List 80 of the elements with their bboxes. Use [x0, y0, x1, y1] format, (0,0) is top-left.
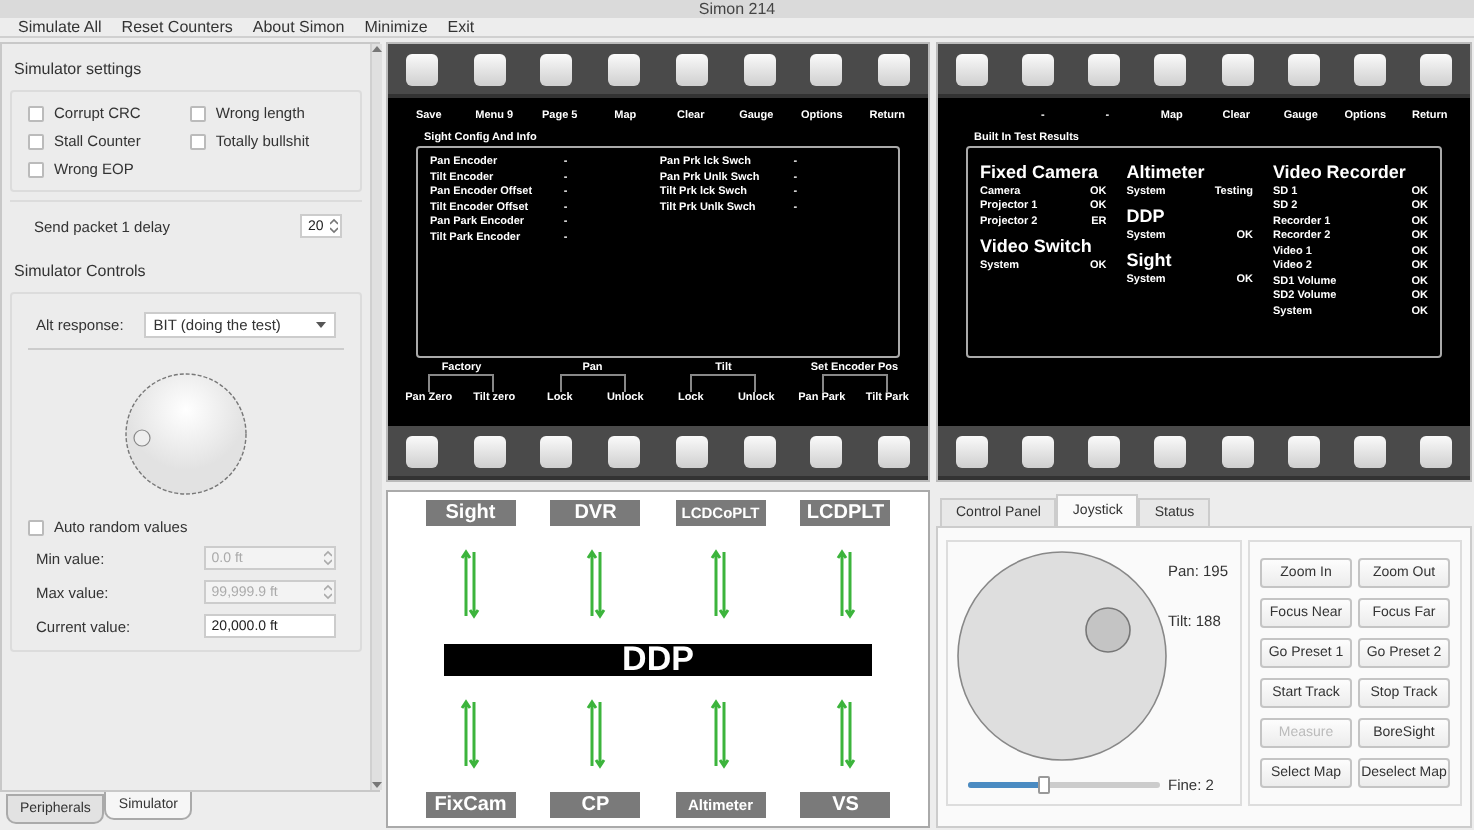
slider-thumb[interactable] [1038, 775, 1051, 793]
soft-key[interactable] [1287, 53, 1320, 85]
menu-item[interactable]: Reset Counters [111, 18, 243, 36]
soft-key[interactable] [1221, 435, 1254, 467]
device-node: Sight [425, 500, 516, 526]
spin-arrows-icon [323, 550, 332, 566]
soft-key[interactable] [743, 435, 776, 467]
soft-key[interactable] [405, 53, 438, 85]
soft-key[interactable] [473, 435, 506, 467]
checkbox[interactable] [28, 105, 44, 121]
bracket-line [690, 374, 757, 392]
scroll-down-icon[interactable] [371, 780, 382, 790]
scroll-up-icon[interactable] [371, 44, 382, 54]
up-down-arrows-icon [710, 697, 731, 770]
soft-key[interactable] [1420, 435, 1453, 467]
up-down-arrows-icon [710, 548, 731, 621]
device-node: DVR [550, 500, 641, 526]
soft-key[interactable] [955, 53, 988, 85]
window-title: Simon 214 [698, 0, 776, 18]
up-down-arrows-icon [585, 697, 606, 770]
soft-key[interactable] [1287, 435, 1320, 467]
soft-key[interactable] [1154, 53, 1187, 85]
soft-key[interactable] [1354, 435, 1387, 467]
soft-key[interactable] [955, 435, 988, 467]
soft-key[interactable] [878, 435, 911, 467]
device-node: FixCam [425, 792, 516, 818]
checkbox[interactable] [189, 105, 206, 121]
soft-key[interactable] [608, 435, 641, 467]
soft-key[interactable] [540, 435, 573, 467]
soft-key[interactable] [810, 435, 843, 467]
menu-item[interactable]: Simulate All [8, 18, 112, 36]
section-title: Altimeter [1126, 162, 1207, 182]
caret-icon [315, 322, 326, 328]
device-node: LCDPLT [800, 500, 891, 526]
section-title: Fixed Camera [980, 162, 1101, 182]
section-title: Sight [1126, 250, 1174, 270]
section-title: Simulator settings [12, 58, 144, 82]
soft-key[interactable] [675, 53, 708, 85]
menu-item[interactable]: Minimize [354, 18, 438, 36]
soft-key[interactable] [1154, 435, 1187, 467]
soft-key[interactable] [1420, 53, 1453, 85]
joystick-pad[interactable] [956, 550, 1168, 762]
spin-arrows-icon [329, 218, 338, 234]
checkbox[interactable] [28, 519, 44, 535]
soft-key[interactable] [1354, 53, 1387, 85]
soft-key[interactable] [1088, 53, 1121, 85]
soft-key[interactable] [810, 53, 843, 85]
up-down-arrows-icon [835, 697, 856, 770]
soft-key[interactable] [675, 435, 708, 467]
bracket-line [428, 374, 495, 392]
soft-key[interactable] [473, 53, 506, 85]
section-title: Video Recorder [1272, 162, 1408, 182]
menu-item[interactable]: Exit [437, 18, 485, 36]
up-down-arrows-icon [585, 548, 606, 621]
soft-key[interactable] [1021, 435, 1054, 467]
up-down-arrows-icon [460, 548, 481, 621]
soft-key[interactable] [540, 53, 573, 85]
soft-key[interactable] [405, 435, 438, 467]
up-down-arrows-icon [835, 548, 856, 621]
menu-item[interactable]: About Simon [242, 18, 355, 36]
soft-key[interactable] [1021, 53, 1054, 85]
soft-key[interactable] [608, 53, 641, 85]
checkbox[interactable] [28, 161, 44, 177]
checkbox[interactable] [28, 133, 44, 149]
device-node: CP [550, 792, 641, 818]
section-title: DDP [1126, 206, 1167, 226]
device-node: VS [800, 792, 891, 818]
section-title: Simulator Controls [12, 260, 148, 284]
section-title: Video Switch [980, 236, 1094, 256]
soft-key[interactable] [1088, 435, 1121, 467]
soft-key[interactable] [1221, 53, 1254, 85]
bracket-line [821, 374, 888, 392]
soft-key[interactable] [878, 53, 911, 85]
scrollbar[interactable] [369, 44, 382, 790]
spin-arrows-icon [323, 584, 332, 600]
up-down-arrows-icon [460, 697, 481, 770]
checkbox[interactable] [189, 133, 206, 149]
soft-key[interactable] [743, 53, 776, 85]
bus-bar: DDP [444, 643, 872, 675]
bracket-line [559, 374, 626, 392]
